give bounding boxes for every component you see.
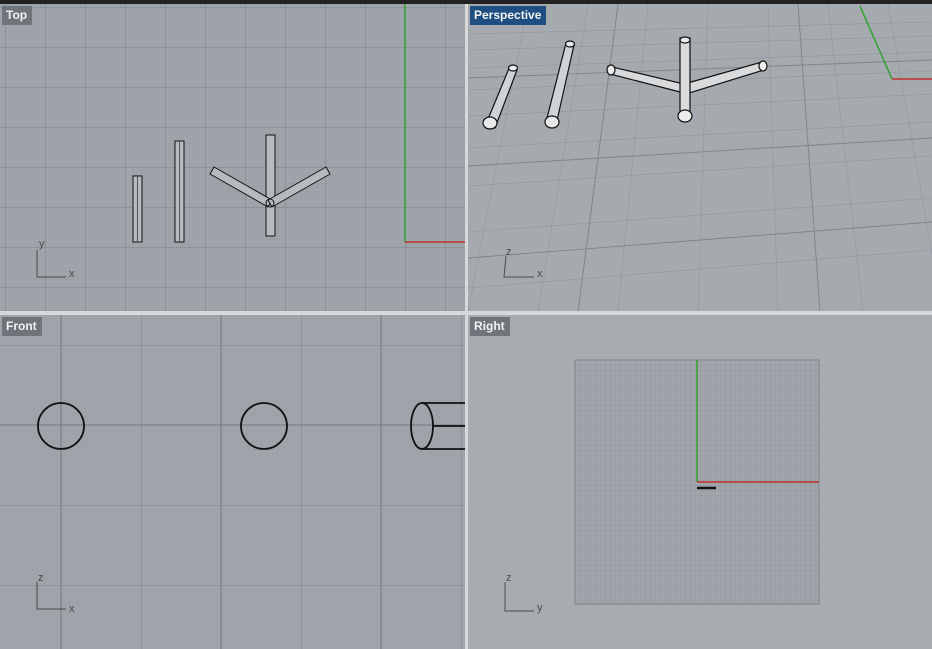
perspective-view-canvas[interactable]: x z [468,4,932,312]
cylinder-long[interactable] [174,140,185,243]
axis-letter-v: z [506,246,512,258]
axis-letter-v: z [506,572,512,584]
axis-letter-h: x [537,268,543,280]
right-view-canvas[interactable]: y z [468,315,932,649]
cylinder-short[interactable] [132,175,143,243]
viewport-right[interactable]: y z Right [468,315,932,649]
y-axis-line [859,5,893,80]
viewport-front[interactable]: x z Front [0,315,465,649]
cylinder-short[interactable] [482,64,519,130]
axis-indicator [503,255,534,278]
axis-letter-v: z [38,572,44,584]
perspective-grid-major [468,4,932,312]
axis-indicator [504,582,534,612]
front-view-canvas[interactable]: x z [0,315,465,649]
viewport-label-front[interactable]: Front [2,317,42,336]
axis-letter-v: y [39,238,45,250]
viewport-splitter-horizontal[interactable] [0,311,932,315]
axis-letter-h: x [69,268,75,280]
tripod-object[interactable] [606,36,768,123]
viewport-label-perspective[interactable]: Perspective [470,6,547,25]
top-view-canvas[interactable]: x y [0,4,465,311]
viewport-splitter-vertical[interactable] [465,4,468,649]
axis-letter-h: y [537,602,543,614]
viewport-label-right[interactable]: Right [470,317,510,336]
axis-letter-h: x [69,603,75,615]
viewport-perspective[interactable]: x z Perspective [468,4,932,312]
viewport-top[interactable]: x y Top [0,4,465,311]
perspective-grid [468,4,932,312]
viewport-label-top[interactable]: Top [2,6,33,25]
